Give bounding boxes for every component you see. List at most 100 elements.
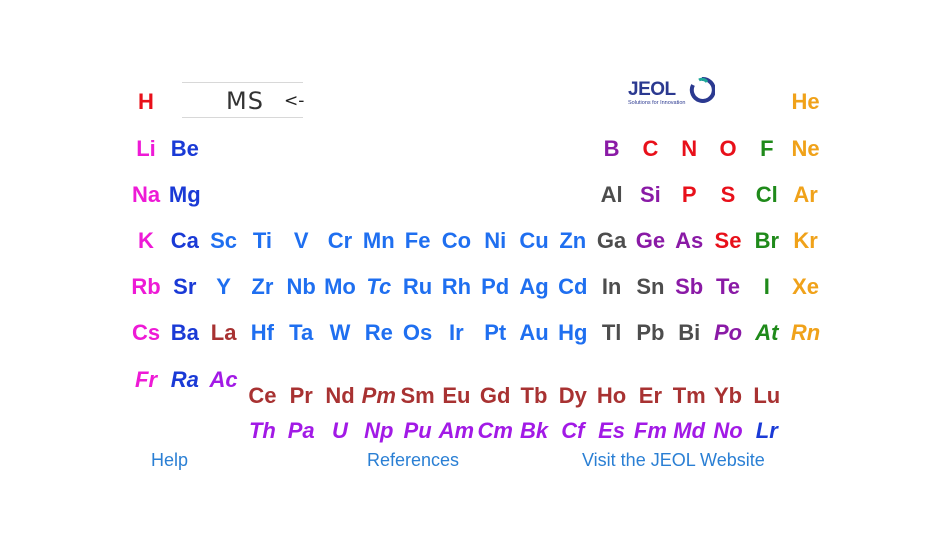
element-pa[interactable]: Pa [281,418,321,444]
element-ho[interactable]: Ho [592,383,632,409]
element-zr[interactable]: Zr [242,274,282,300]
element-gd[interactable]: Gd [475,383,515,409]
element-hf[interactable]: Hf [242,320,282,346]
element-no[interactable]: No [708,418,748,444]
help-link[interactable]: Help [151,450,188,471]
element-sc[interactable]: Sc [204,228,244,254]
element-at[interactable]: At [747,320,787,346]
element-ir[interactable]: Ir [436,320,476,346]
element-ta[interactable]: Ta [281,320,321,346]
element-ar[interactable]: Ar [786,182,826,208]
element-np[interactable]: Np [359,418,399,444]
element-mn[interactable]: Mn [359,228,399,254]
element-rn[interactable]: Rn [786,320,826,346]
element-p[interactable]: P [669,182,709,208]
element-si[interactable]: Si [630,182,670,208]
element-ce[interactable]: Ce [242,383,282,409]
element-sn[interactable]: Sn [630,274,670,300]
element-fe[interactable]: Fe [398,228,438,254]
element-po[interactable]: Po [708,320,748,346]
element-u[interactable]: U [320,418,360,444]
element-ca[interactable]: Ca [165,228,205,254]
element-b[interactable]: B [592,136,632,162]
element-se[interactable]: Se [708,228,748,254]
element-pd[interactable]: Pd [475,274,515,300]
element-lu[interactable]: Lu [747,383,787,409]
element-mg[interactable]: Mg [165,182,205,208]
element-md[interactable]: Md [669,418,709,444]
element-rb[interactable]: Rb [126,274,166,300]
element-dy[interactable]: Dy [553,383,593,409]
element-zn[interactable]: Zn [553,228,593,254]
element-ag[interactable]: Ag [514,274,554,300]
element-kr[interactable]: Kr [786,228,826,254]
element-tm[interactable]: Tm [669,383,709,409]
element-nd[interactable]: Nd [320,383,360,409]
element-ba[interactable]: Ba [165,320,205,346]
element-es[interactable]: Es [592,418,632,444]
element-w[interactable]: W [320,320,360,346]
element-al[interactable]: Al [592,182,632,208]
element-c[interactable]: C [630,136,670,162]
element-s[interactable]: S [708,182,748,208]
element-h[interactable]: H [126,89,166,115]
element-os[interactable]: Os [398,320,438,346]
element-re[interactable]: Re [359,320,399,346]
element-sm[interactable]: Sm [398,383,438,409]
element-la[interactable]: La [204,320,244,346]
element-cm[interactable]: Cm [475,418,515,444]
element-mo[interactable]: Mo [320,274,360,300]
element-y[interactable]: Y [204,274,244,300]
element-cr[interactable]: Cr [320,228,360,254]
element-cs[interactable]: Cs [126,320,166,346]
element-na[interactable]: Na [126,182,166,208]
element-be[interactable]: Be [165,136,205,162]
element-am[interactable]: Am [436,418,476,444]
element-ge[interactable]: Ge [630,228,670,254]
element-ne[interactable]: Ne [786,136,826,162]
element-pr[interactable]: Pr [281,383,321,409]
element-yb[interactable]: Yb [708,383,748,409]
element-tc[interactable]: Tc [359,274,399,300]
element-f[interactable]: F [747,136,787,162]
element-li[interactable]: Li [126,136,166,162]
element-xe[interactable]: Xe [786,274,826,300]
element-th[interactable]: Th [242,418,282,444]
element-pt[interactable]: Pt [475,320,515,346]
element-nb[interactable]: Nb [281,274,321,300]
element-au[interactable]: Au [514,320,554,346]
element-tb[interactable]: Tb [514,383,554,409]
element-fm[interactable]: Fm [630,418,670,444]
element-cf[interactable]: Cf [553,418,593,444]
jeol-website-link[interactable]: Visit the JEOL Website [582,450,765,471]
element-tl[interactable]: Tl [592,320,632,346]
element-n[interactable]: N [669,136,709,162]
element-pm[interactable]: Pm [359,383,399,409]
element-sr[interactable]: Sr [165,274,205,300]
element-cu[interactable]: Cu [514,228,554,254]
element-v[interactable]: V [281,228,321,254]
element-ni[interactable]: Ni [475,228,515,254]
element-pu[interactable]: Pu [398,418,438,444]
element-er[interactable]: Er [630,383,670,409]
mode-selector[interactable]: MS <- [182,82,304,118]
element-fr[interactable]: Fr [126,367,166,393]
element-k[interactable]: K [126,228,166,254]
element-cd[interactable]: Cd [553,274,593,300]
element-co[interactable]: Co [436,228,476,254]
element-cl[interactable]: Cl [747,182,787,208]
element-bi[interactable]: Bi [669,320,709,346]
element-lr[interactable]: Lr [747,418,787,444]
element-as[interactable]: As [669,228,709,254]
element-rh[interactable]: Rh [436,274,476,300]
element-o[interactable]: O [708,136,748,162]
element-he[interactable]: He [786,89,826,115]
element-in[interactable]: In [592,274,632,300]
element-br[interactable]: Br [747,228,787,254]
element-i[interactable]: I [747,274,787,300]
element-ac[interactable]: Ac [204,367,244,393]
element-ra[interactable]: Ra [165,367,205,393]
element-ti[interactable]: Ti [242,228,282,254]
element-hg[interactable]: Hg [553,320,593,346]
element-sb[interactable]: Sb [669,274,709,300]
